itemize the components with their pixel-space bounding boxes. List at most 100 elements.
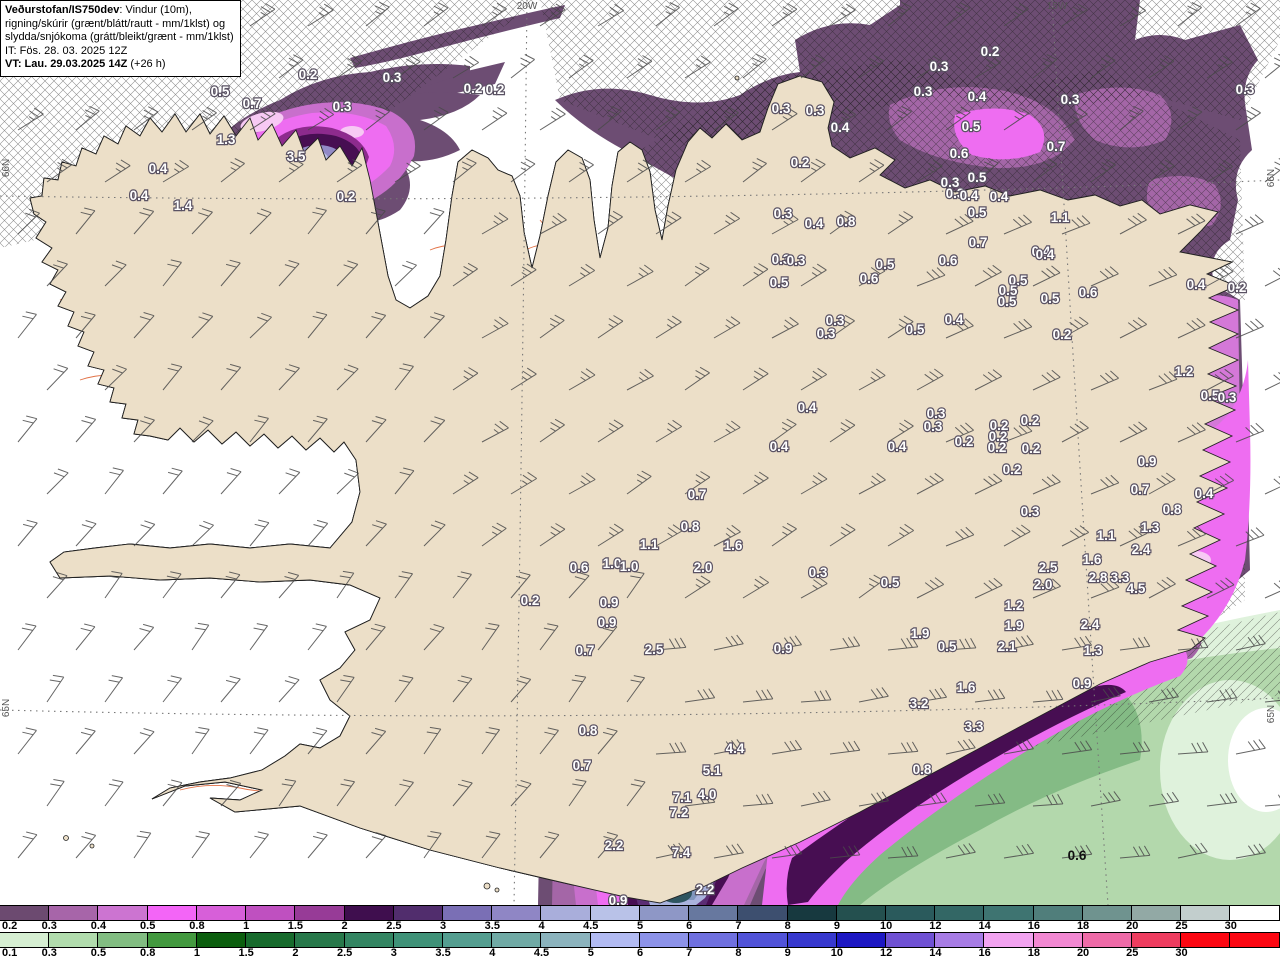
map-value-label: 1.6 bbox=[957, 680, 976, 695]
sleet-snow-colorbar bbox=[0, 905, 1280, 921]
map-value-label: 0.5 bbox=[968, 205, 987, 220]
map-value-label: 0.5 bbox=[962, 119, 981, 134]
map-value-label: 0.6 bbox=[1079, 285, 1098, 300]
legend-tick-label: 7 bbox=[735, 920, 742, 932]
legend-cell bbox=[1132, 933, 1182, 947]
map-value-label: 0.4 bbox=[1195, 486, 1214, 501]
model-name: Veðurstofan/IS750dev bbox=[5, 4, 120, 16]
legend-tick-label: 0.2 bbox=[2, 920, 18, 932]
legend-tick-label: 0.3 bbox=[41, 947, 57, 959]
graticule-label: 66N bbox=[1, 159, 12, 177]
map-value-label: 0.7 bbox=[688, 487, 707, 502]
map-value-label: 0.2 bbox=[981, 44, 1000, 59]
legend-cell bbox=[344, 906, 394, 920]
legend-tick-label: 8 bbox=[735, 947, 742, 959]
map-value-label: 2.5 bbox=[1039, 560, 1058, 575]
legend-cell bbox=[787, 906, 837, 920]
legend-cell bbox=[295, 906, 345, 920]
graticule-label: 15W bbox=[1047, 1, 1068, 12]
map-value-label: 0.2 bbox=[1053, 327, 1072, 342]
map-value-label: 4.0 bbox=[698, 787, 717, 802]
map-value-label: 1.6 bbox=[724, 538, 743, 553]
map-value-label: 0.5 bbox=[938, 639, 957, 654]
legend-tick-label: 4.5 bbox=[583, 920, 599, 932]
map-value-label: 0.9 bbox=[1138, 454, 1157, 469]
map-value-label: 7.1 bbox=[673, 790, 692, 805]
map-value-label: 0.8 bbox=[913, 762, 932, 777]
legend-tick-label: 0.5 bbox=[140, 920, 156, 932]
map-value-label: 0.4 bbox=[770, 439, 789, 454]
legend-tick-label: 2 bbox=[292, 947, 299, 959]
graticule-label: 20W bbox=[517, 1, 538, 12]
legend-cell bbox=[49, 933, 99, 947]
map-value-label: 1.2 bbox=[1005, 598, 1024, 613]
legend-cell bbox=[590, 906, 640, 920]
map-value-label: 1.9 bbox=[911, 626, 930, 641]
legend-cell bbox=[147, 906, 197, 920]
legend-cell bbox=[541, 933, 591, 947]
map-value-label: 0.3 bbox=[774, 206, 793, 221]
map-value-label: 1.1 bbox=[1051, 210, 1070, 225]
map-value-label: 1.3 bbox=[1084, 643, 1103, 658]
map-value-label: 0.3 bbox=[1218, 390, 1237, 405]
legend-cell bbox=[639, 933, 690, 947]
init-time-line: IT: Fös. 28. 03. 2025 12Z bbox=[5, 44, 128, 57]
legend-cell bbox=[196, 933, 247, 947]
legend-cell bbox=[1181, 933, 1231, 947]
legend-tick-label: 10 bbox=[880, 920, 893, 932]
map-value-label: 0.2 bbox=[988, 440, 1007, 455]
map-value-label: 2.1 bbox=[998, 639, 1017, 654]
legend-tick-label: 20 bbox=[1076, 947, 1090, 959]
map-value-label: 0.5 bbox=[906, 322, 925, 337]
legend-cell bbox=[246, 906, 296, 920]
rain-colorbar-labels: 0.1 0.3 0.5 0.8 1 1.5 2 2.5 3 3.5 4 4.5 5 6 7 8 9 10 12 14 1… bbox=[0, 947, 1280, 960]
legend-tick-label: 8 bbox=[784, 920, 791, 932]
map-value-label: 0.4 bbox=[805, 216, 824, 231]
map-value-label: 0.4 bbox=[968, 89, 987, 104]
legend-tick-label: 1 bbox=[193, 947, 200, 959]
legend-cell bbox=[1033, 906, 1083, 920]
map-value-label: 0.5 bbox=[968, 170, 987, 185]
map-value-label: 2.0 bbox=[1034, 577, 1053, 592]
legend-tick-label: 16 bbox=[978, 947, 991, 959]
legend-cell bbox=[246, 933, 296, 947]
map-value-label: 7.4 bbox=[672, 845, 691, 860]
map-value-label: 0.3 bbox=[1061, 92, 1080, 107]
map-value-label: 0.9 bbox=[774, 641, 793, 656]
map-value-label: 0.8 bbox=[1163, 502, 1182, 517]
map-value-label: 0.6 bbox=[860, 271, 879, 286]
legend-cell bbox=[98, 906, 148, 920]
legend-cell bbox=[1082, 906, 1133, 920]
legend-tick-label: 3.5 bbox=[435, 947, 451, 959]
legend-cell bbox=[885, 933, 936, 947]
map-value-label: 0.3 bbox=[806, 103, 825, 118]
legend-cell bbox=[295, 933, 345, 947]
legend-tick-label: 3 bbox=[440, 920, 447, 932]
map-value-label: 0.2 bbox=[337, 189, 356, 204]
map-value-label: 0.3 bbox=[1021, 504, 1040, 519]
map-value-label: 0.2 bbox=[486, 82, 505, 97]
legend-cell bbox=[0, 906, 50, 920]
map-value-label: 0.7 bbox=[576, 643, 595, 658]
map-value-label: 4.5 bbox=[1127, 581, 1146, 596]
graticule-label: 65N bbox=[1, 699, 12, 717]
map-value-label: 0.3 bbox=[924, 419, 943, 434]
legend-cell bbox=[885, 906, 936, 920]
legend-cell bbox=[49, 906, 99, 920]
map-value-label: 1.0 bbox=[603, 556, 622, 571]
legend-tick-label: 9 bbox=[833, 920, 840, 932]
legend-tick-label: 0.3 bbox=[41, 920, 57, 932]
legend-cell bbox=[1082, 933, 1133, 947]
legend-cell bbox=[1230, 933, 1280, 947]
legend-tick-label: 0.8 bbox=[189, 920, 205, 932]
map-value-label: 1.0 bbox=[620, 559, 639, 574]
legend-tick-label: 16 bbox=[1027, 920, 1040, 932]
map-value-label: 1.2 bbox=[1175, 364, 1194, 379]
legend-tick-label: 0.8 bbox=[140, 947, 156, 959]
rain-legend-line: rigning/skúrir (grænt/blátt/rautt - mm/1… bbox=[5, 17, 226, 30]
legend-tick-label: 0.4 bbox=[90, 920, 107, 932]
map-value-label: 0.5 bbox=[998, 294, 1017, 309]
map-value-label: 0.5 bbox=[881, 575, 900, 590]
legend-cell bbox=[590, 933, 640, 947]
legend-cell bbox=[541, 906, 591, 920]
